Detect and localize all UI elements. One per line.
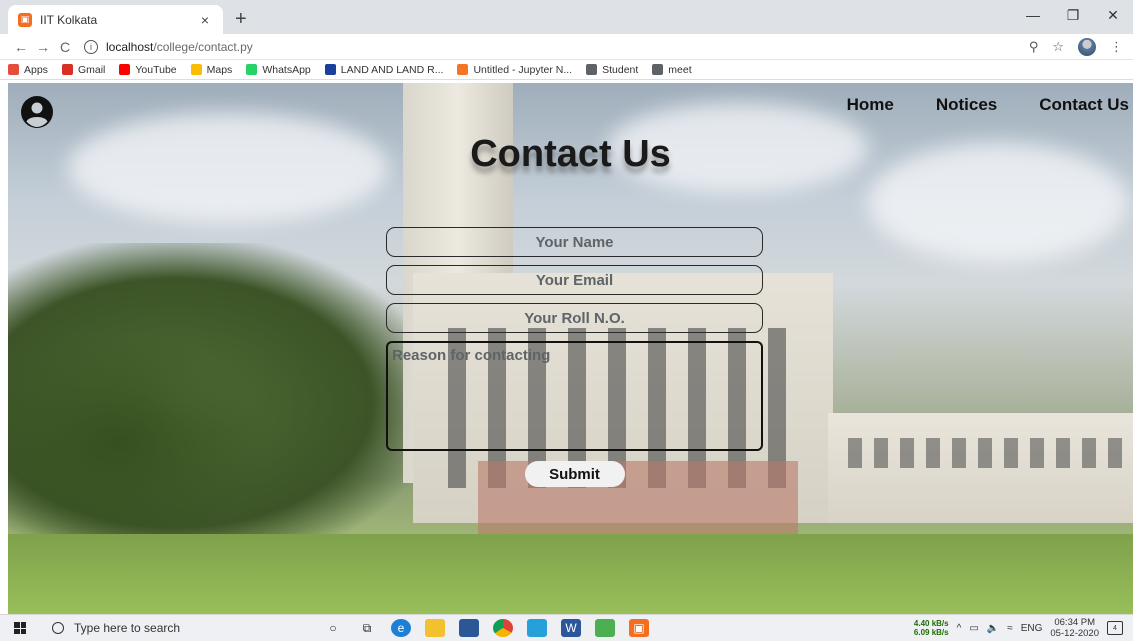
bookmark-item[interactable]: Maps [191, 64, 233, 76]
nav-link-notices[interactable]: Notices [936, 95, 997, 115]
page-title: Contact Us [8, 133, 1133, 176]
bookmark-item[interactable]: YouTube [119, 64, 176, 76]
page-background: Home Notices Contact Us Contact Us Submi… [8, 83, 1133, 614]
lawn-decoration [8, 534, 1133, 614]
building-wing-decoration [828, 413, 1133, 523]
taskbar: Type here to search ○ ⧉ e W ▣ 4.40 kB/s … [0, 614, 1133, 641]
bookmark-favicon-icon [246, 64, 257, 75]
system-tray: 4.40 kB/s 6.09 kB/s ^ ▭ 🔈 ≈ ENG 06:34 PM… [914, 617, 1133, 639]
back-button[interactable]: ← [10, 39, 32, 55]
bookmark-label: Apps [24, 64, 48, 76]
bookmark-favicon-icon [457, 64, 468, 75]
chrome-icon[interactable] [493, 619, 513, 637]
bookmark-item[interactable]: Gmail [62, 64, 105, 76]
windows-decoration [848, 438, 1133, 468]
bookmark-favicon-icon [191, 64, 202, 75]
language-indicator[interactable]: ENG [1021, 623, 1043, 634]
minimize-button[interactable]: — [1013, 0, 1053, 30]
clock-date: 05-12-2020 [1050, 628, 1099, 639]
bookmark-label: YouTube [135, 64, 176, 76]
clock[interactable]: 06:34 PM 05-12-2020 [1050, 617, 1099, 639]
contact-form: Submit [386, 227, 763, 487]
url-host: localhost [106, 40, 153, 54]
forward-button[interactable]: → [32, 39, 54, 55]
bookmark-star-icon[interactable]: ☆ [1052, 39, 1064, 55]
xampp-icon[interactable]: ▣ [629, 619, 649, 637]
profile-avatar[interactable] [1078, 38, 1096, 56]
bookmark-item[interactable]: meet [652, 64, 691, 76]
url-path: /college/contact.py [153, 40, 252, 54]
bookmark-favicon-icon [652, 64, 663, 75]
bookmark-favicon-icon [325, 64, 336, 75]
file-explorer-icon[interactable] [425, 619, 445, 637]
new-tab-button[interactable]: + [235, 8, 247, 31]
windows-logo-icon [14, 622, 26, 634]
tab-close-icon[interactable]: × [197, 12, 213, 28]
bookmark-label: Maps [207, 64, 233, 76]
email-input[interactable] [386, 265, 763, 295]
volume-icon[interactable]: 🔈 [987, 623, 999, 634]
bookmark-label: LAND AND LAND R... [341, 64, 444, 76]
maximize-button[interactable]: ❐ [1053, 0, 1093, 30]
notification-count: 4 [1113, 625, 1117, 632]
network-upload-speed: 4.40 kB/s [914, 619, 949, 628]
zoom-icon[interactable]: ⚲ [1029, 39, 1039, 55]
browser-tab[interactable]: ▣ IIT Kolkata × [8, 5, 223, 34]
taskbar-search[interactable]: Type here to search [40, 615, 295, 642]
taskbar-search-placeholder: Type here to search [74, 621, 180, 635]
battery-icon[interactable]: ▭ [969, 623, 978, 634]
tab-title: IIT Kolkata [40, 13, 197, 27]
taskbar-apps: ○ ⧉ e W ▣ [323, 619, 649, 637]
bookmark-favicon-icon [586, 64, 597, 75]
network-download-speed: 6.09 kB/s [914, 628, 949, 637]
cortana-icon[interactable]: ○ [323, 619, 343, 637]
name-input[interactable] [386, 227, 763, 257]
roll-number-input[interactable] [386, 303, 763, 333]
browser-toolbar: ← → C i localhost/college/contact.py ⚲ ☆… [0, 34, 1133, 60]
reason-textarea[interactable] [386, 341, 763, 451]
edge-icon[interactable]: e [391, 619, 411, 637]
bookmark-item[interactable]: LAND AND LAND R... [325, 64, 444, 76]
bookmark-favicon-icon [62, 64, 73, 75]
start-button[interactable] [0, 622, 40, 634]
store-icon[interactable] [459, 619, 479, 637]
address-bar[interactable]: i localhost/college/contact.py [84, 36, 1029, 58]
bookmark-favicon-icon [119, 64, 130, 75]
close-window-button[interactable]: ✕ [1093, 0, 1133, 30]
bookmark-item[interactable]: Untitled - Jupyter N... [457, 64, 572, 76]
browser-menu-icon[interactable]: ⋮ [1110, 39, 1123, 55]
tab-strip: ▣ IIT Kolkata × + — ❐ ✕ [0, 0, 1133, 34]
window-controls: — ❐ ✕ [1013, 0, 1133, 30]
bookmark-label: meet [668, 64, 691, 76]
site-nav: Home Notices Contact Us [847, 95, 1129, 115]
bookmark-label: Gmail [78, 64, 105, 76]
bookmark-item[interactable]: Apps [8, 64, 48, 76]
paint-icon[interactable] [595, 619, 615, 637]
wifi-icon[interactable]: ≈ [1007, 623, 1013, 634]
bookmark-item[interactable]: Student [586, 64, 638, 76]
clock-time: 06:34 PM [1050, 617, 1099, 628]
chevron-up-icon[interactable]: ^ [957, 623, 962, 634]
trees-decoration [8, 333, 268, 553]
bookmark-label: WhatsApp [262, 64, 310, 76]
task-view-icon[interactable]: ⧉ [357, 619, 377, 637]
submit-button[interactable]: Submit [525, 461, 625, 487]
bookmark-item[interactable]: WhatsApp [246, 64, 310, 76]
bookmark-favicon-icon [8, 64, 19, 75]
notification-icon[interactable]: 4 [1107, 621, 1123, 635]
bookmark-label: Student [602, 64, 638, 76]
nav-link-contact[interactable]: Contact Us [1039, 95, 1129, 115]
site-favicon-icon: ▣ [18, 13, 32, 27]
nav-link-home[interactable]: Home [847, 95, 894, 115]
reload-button[interactable]: C [54, 39, 76, 55]
bookmark-label: Untitled - Jupyter N... [473, 64, 572, 76]
search-icon [52, 622, 64, 634]
user-account-icon[interactable] [20, 95, 54, 129]
network-speed: 4.40 kB/s 6.09 kB/s [914, 619, 949, 637]
messaging-app-icon[interactable] [527, 619, 547, 637]
bookmarks-bar: Apps Gmail YouTube Maps WhatsApp LAND AND LAN… [0, 60, 1133, 80]
site-info-icon[interactable]: i [84, 40, 98, 54]
word-icon[interactable]: W [561, 619, 581, 637]
